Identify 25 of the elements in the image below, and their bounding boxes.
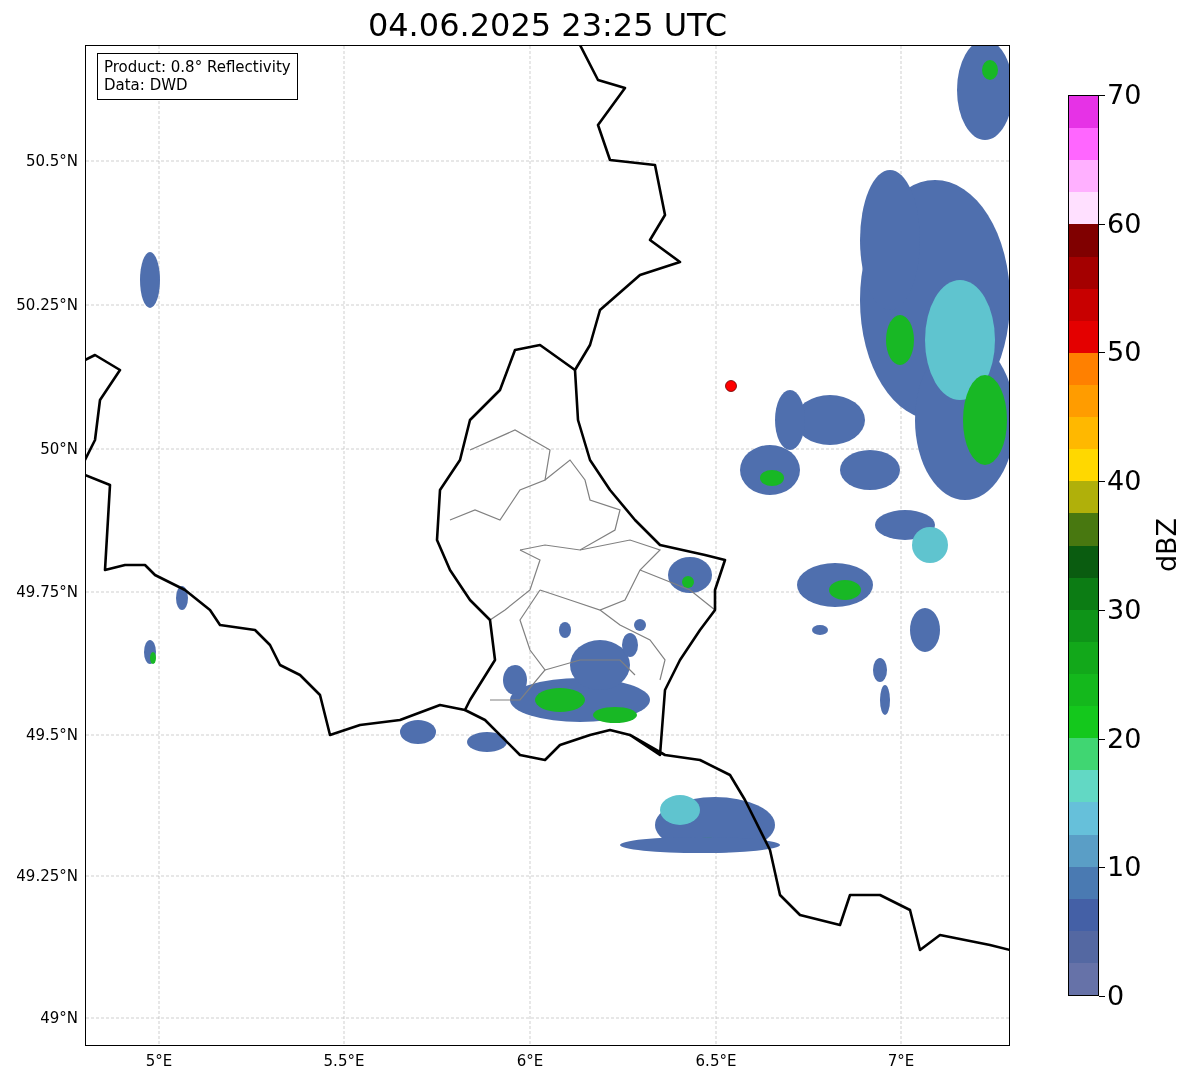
colorbar-tick-label: 50	[1107, 337, 1142, 368]
longitude-label: 5°E	[145, 1052, 173, 1070]
longitude-label: 6°E	[516, 1052, 544, 1070]
latitude-label: 49.25°N	[16, 867, 78, 885]
colorbar-title: dBZ	[1150, 517, 1182, 573]
latitude-label: 50°N	[40, 440, 78, 458]
latitude-label: 49°N	[40, 1009, 78, 1027]
latitude-label: 50.25°N	[16, 296, 78, 314]
legend-text: Data: DWD	[104, 76, 189, 94]
colorbar-tick-label: 60	[1107, 208, 1142, 239]
location-marker	[725, 380, 737, 392]
colorbar-tick-label: 20	[1107, 723, 1142, 754]
colorbar-tick-label: 70	[1107, 80, 1142, 110]
latitude-label: 49.75°N	[16, 583, 78, 601]
chart-title: 04.06.2025 23:25 UTC	[366, 5, 729, 45]
longitude-label: 6.5°E	[695, 1052, 737, 1070]
latitude-label: 49.5°N	[25, 726, 78, 744]
colorbar-tick-label: 0	[1107, 981, 1125, 1011]
longitude-label: 7°E	[887, 1052, 915, 1070]
longitude-label: 5.5°E	[323, 1052, 365, 1070]
legend-text: Product: 0.8° Reflectivity	[104, 58, 291, 76]
colorbar-tick-label: 30	[1107, 594, 1142, 625]
colorbar-tick-label: 10	[1107, 852, 1142, 883]
colorbar-tick-label: 40	[1107, 466, 1142, 497]
latitude-label: 50.5°N	[25, 152, 78, 170]
